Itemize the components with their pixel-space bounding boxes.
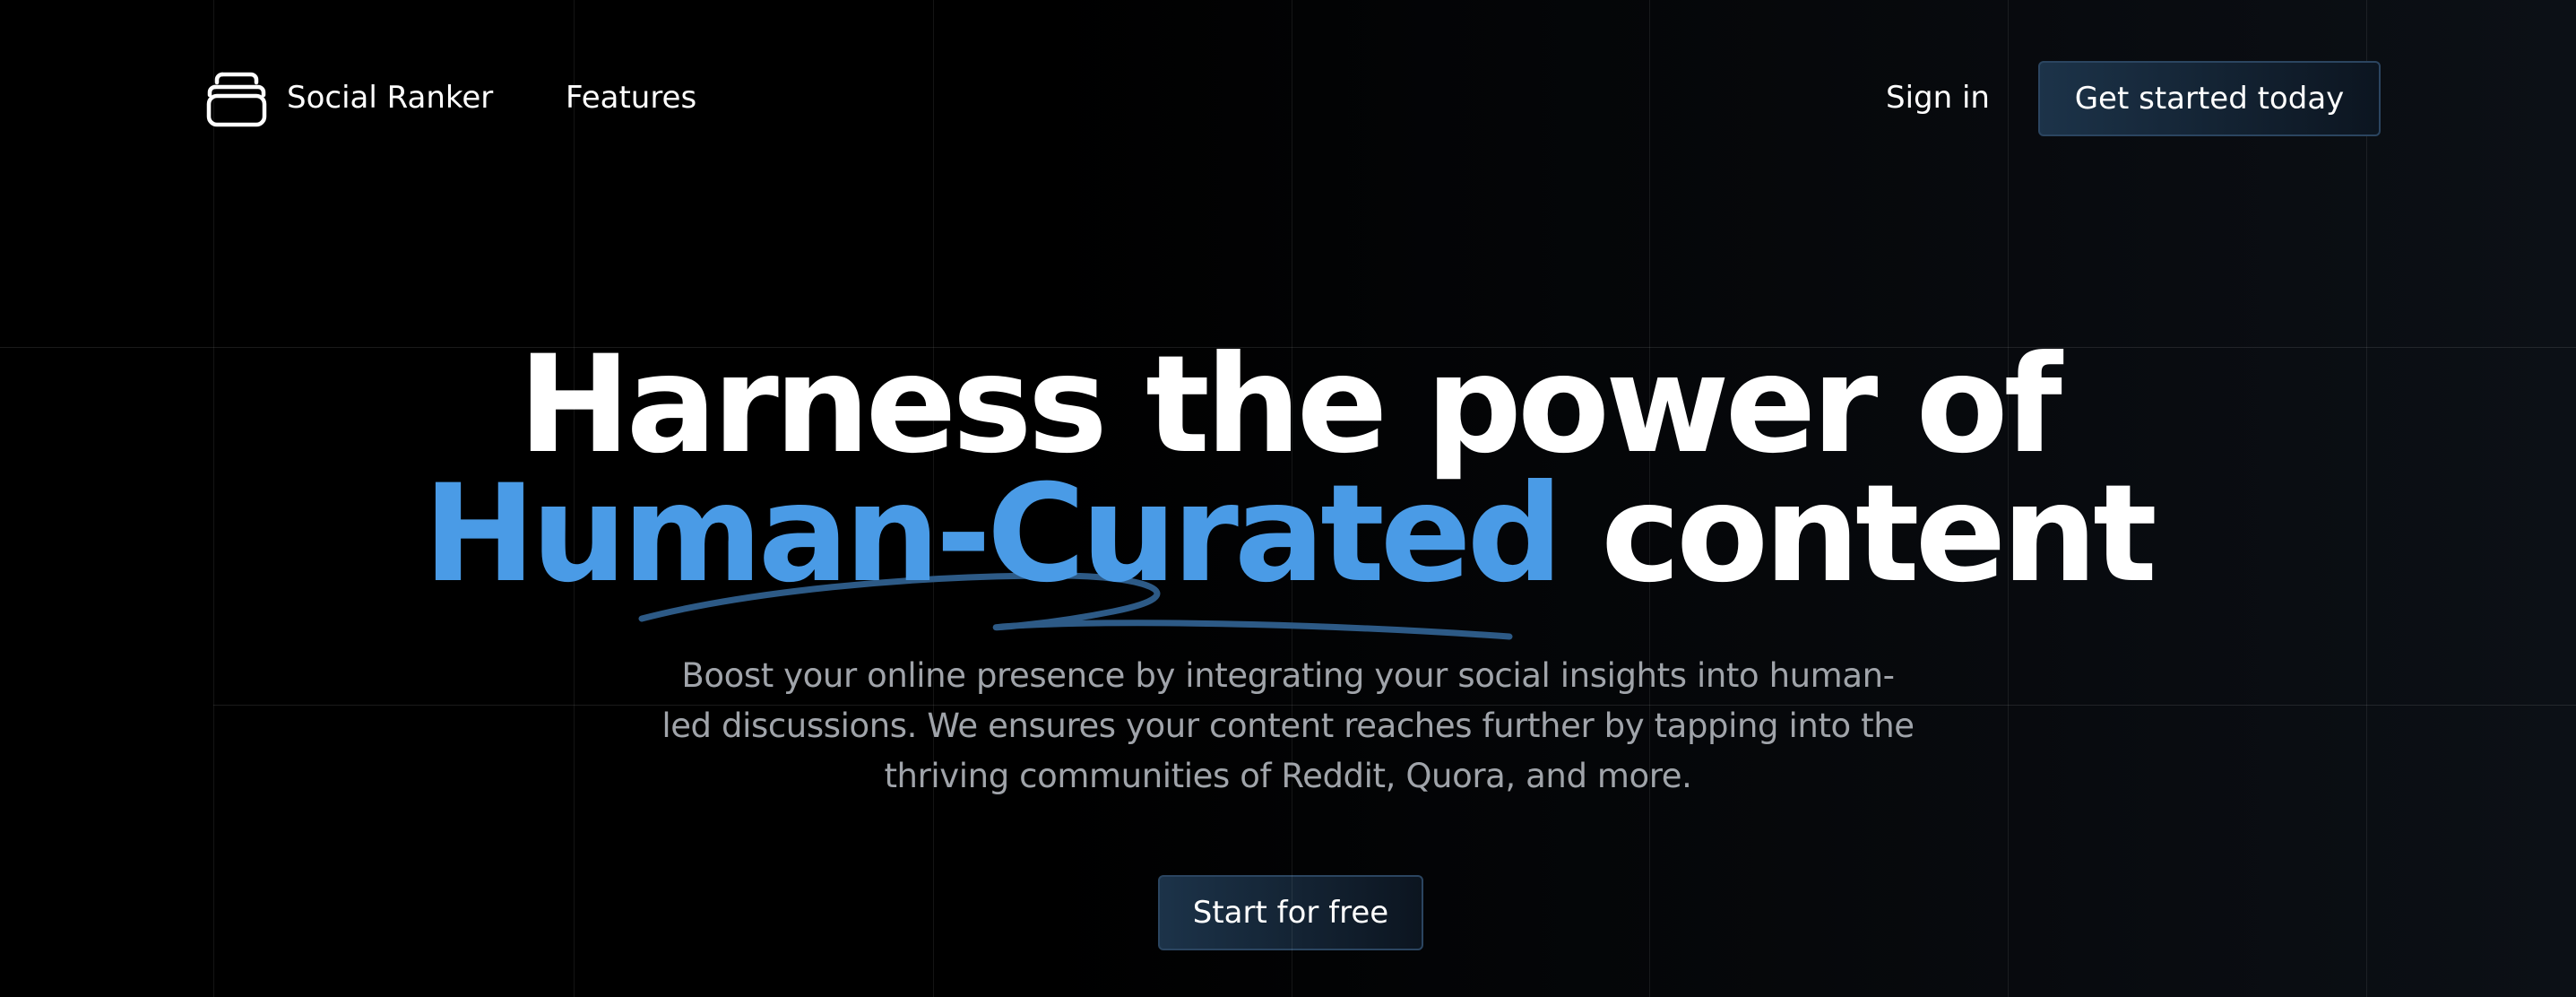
sign-in-link[interactable]: Sign in: [1886, 75, 1990, 120]
nav-link-features[interactable]: Features: [566, 75, 696, 120]
get-started-button[interactable]: Get started today: [2038, 61, 2381, 136]
hero-subtitle: Boost your online presence by integratin…: [661, 656, 1915, 795]
hero-heading-rest: content: [1601, 456, 2157, 612]
start-for-free-button[interactable]: Start for free: [1158, 875, 1423, 950]
hero-heading-line-2: Human-Curated content: [0, 467, 2576, 602]
stacked-cards-icon[interactable]: [206, 70, 267, 127]
brand-name[interactable]: Social Ranker: [287, 75, 493, 120]
hero-section: Harness the power of Human-Curated conte…: [0, 327, 2576, 602]
hero-heading-accent: Human-Curated: [423, 456, 1563, 612]
top-navigation: Social Ranker Features Sign in Get start…: [0, 0, 2576, 197]
hero-heading-line-1: Harness the power of: [518, 327, 2062, 483]
